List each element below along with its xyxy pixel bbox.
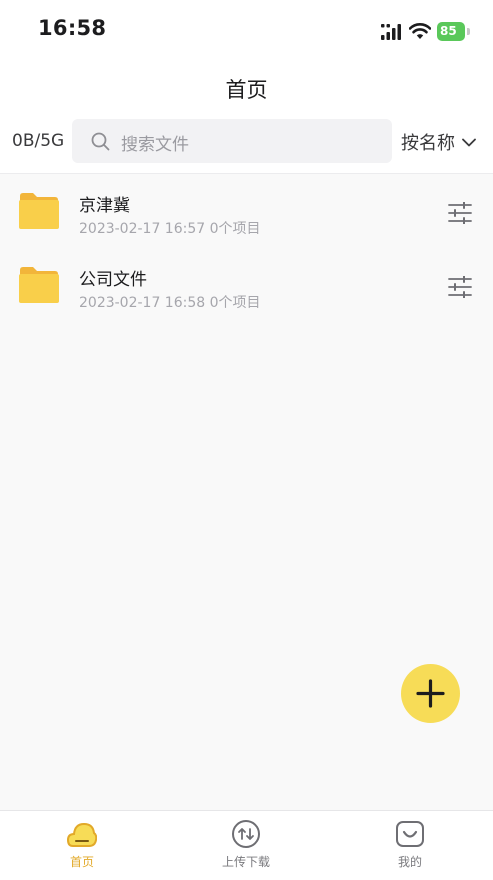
add-button[interactable] <box>401 664 460 723</box>
folder-row[interactable]: 公司文件 2023-02-17 16:58 0个项目 <box>0 249 493 323</box>
tab-label: 上传下载 <box>221 855 270 869</box>
profile-icon <box>396 821 424 847</box>
plus-icon <box>416 679 445 708</box>
tab-profile[interactable]: 我的 <box>350 811 470 880</box>
folder-name: 京津冀 <box>79 196 130 216</box>
storage-usage: 0B/5G <box>12 131 65 151</box>
folder-icon <box>19 267 59 303</box>
tab-transfer[interactable]: 上传下载 <box>186 811 306 880</box>
sort-label: 按名称 <box>401 133 455 154</box>
folder-meta: 2023-02-17 16:57 0个项目 <box>79 221 261 237</box>
folder-meta: 2023-02-17 16:58 0个项目 <box>79 295 261 311</box>
adjust-settings-icon[interactable] <box>447 202 473 224</box>
battery-indicator: 85 <box>437 22 470 41</box>
chevron-down-icon <box>462 138 476 146</box>
folder-row[interactable]: 京津冀 2023-02-17 16:57 0个项目 <box>0 175 493 249</box>
search-input[interactable]: 搜索文件 <box>72 119 392 163</box>
wifi-icon <box>409 23 431 39</box>
page-title: 首页 <box>225 78 268 102</box>
folder-icon <box>19 193 59 229</box>
tab-label: 我的 <box>397 855 422 869</box>
adjust-settings-icon[interactable] <box>447 276 473 298</box>
tab-label: 首页 <box>69 855 94 869</box>
tab-home[interactable]: 首页 <box>22 811 142 880</box>
battery-level: 85 <box>437 22 465 41</box>
cellular-signal-icon <box>381 24 401 40</box>
tab-bar: 首页 上传下载 我的 <box>0 810 493 880</box>
toolbar-divider <box>0 173 493 174</box>
home-cloud-icon <box>67 822 97 847</box>
battery-cap <box>467 28 470 35</box>
folder-name: 公司文件 <box>79 270 147 290</box>
search-icon <box>91 132 110 151</box>
transfer-icon <box>232 820 260 848</box>
status-bar: 16:58 85 <box>0 0 493 60</box>
sort-button[interactable]: 按名称 <box>401 131 476 154</box>
status-time: 16:58 <box>38 16 107 40</box>
search-placeholder: 搜索文件 <box>121 135 189 155</box>
